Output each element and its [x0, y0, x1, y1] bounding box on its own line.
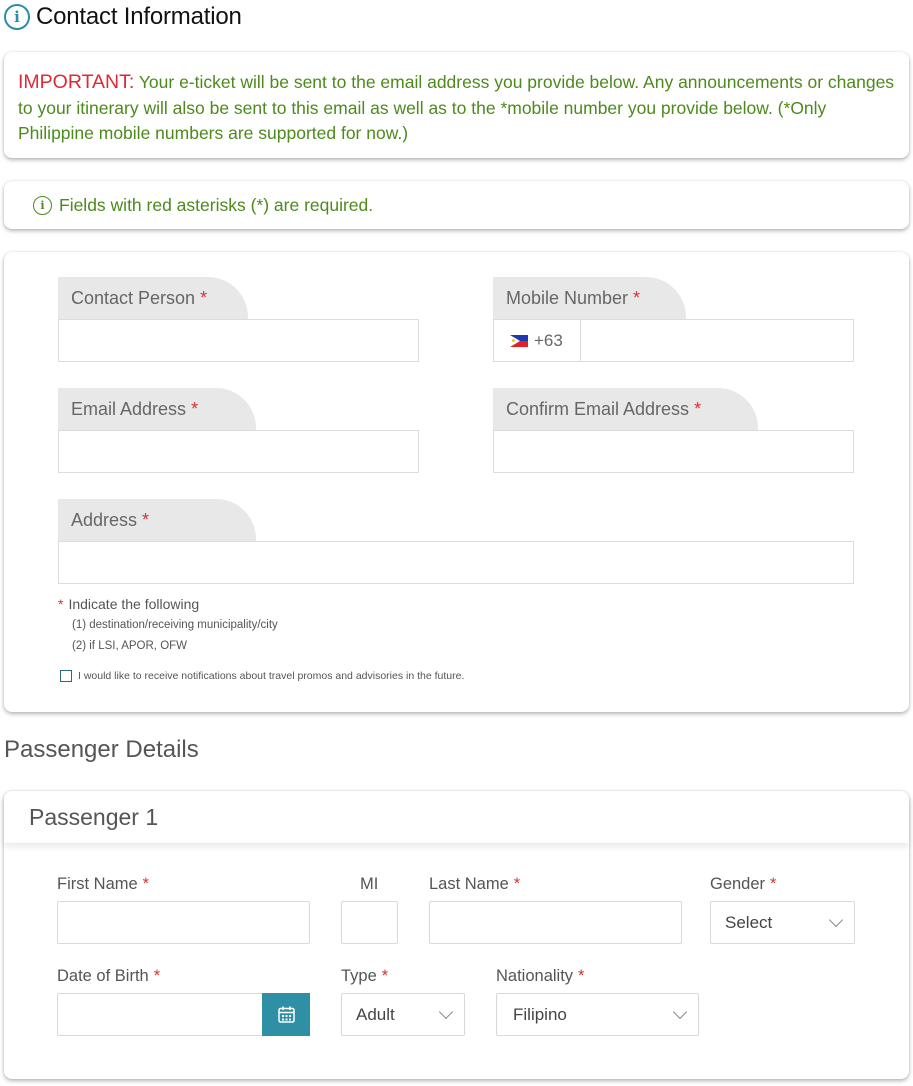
nationality-select[interactable]: Filipino	[496, 993, 699, 1036]
contact-person-label-text: Contact Person	[71, 288, 196, 308]
calendar-button[interactable]	[262, 993, 310, 1036]
important-text: IMPORTANT: Your e-ticket will be sent to…	[18, 70, 895, 147]
important-body: Your e-ticket will be sent to the email …	[18, 72, 895, 143]
chevron-down-icon	[438, 1004, 454, 1020]
chevron-down-icon	[828, 912, 844, 928]
confirm-email-input[interactable]	[493, 430, 854, 473]
calendar-icon	[277, 1006, 295, 1023]
confirm-email-label: Confirm Email Address *	[493, 388, 758, 431]
required-asterisk: *	[381, 967, 389, 985]
confirm-email-label-text: Confirm Email Address	[506, 399, 690, 419]
required-asterisk: *	[191, 399, 199, 419]
info-icon: i	[4, 4, 30, 30]
address-note-text: Indicate the following	[68, 596, 200, 612]
country-code-selector[interactable]: +63	[493, 319, 581, 362]
required-note-text: Fields with red asterisks (*) are requir…	[59, 194, 374, 215]
nationality-label: Nationality *	[496, 967, 584, 986]
last-name-label: Last Name *	[429, 875, 520, 894]
first-name-label: First Name *	[57, 875, 149, 894]
required-asterisk: *	[578, 967, 585, 985]
chevron-down-icon	[672, 1004, 688, 1020]
page-title: Contact Information	[36, 3, 242, 30]
address-input[interactable]	[58, 541, 854, 584]
required-asterisk: *	[633, 288, 641, 308]
first-name-input[interactable]	[57, 901, 310, 944]
nationality-select-value: Filipino	[513, 1004, 567, 1024]
important-label: IMPORTANT:	[18, 71, 135, 93]
mi-input[interactable]	[341, 901, 398, 944]
passenger-card-header: Passenger 1	[4, 791, 909, 843]
required-asterisk: *	[153, 967, 161, 985]
email-label: Email Address *	[58, 388, 256, 431]
required-fields-note: i Fields with red asterisks (*) are requ…	[4, 181, 909, 229]
required-asterisk: *	[770, 875, 777, 893]
address-note: * Indicate the following	[58, 596, 199, 612]
passenger-card-title: Passenger 1	[29, 803, 159, 830]
type-select[interactable]: Adult	[341, 993, 465, 1036]
email-input[interactable]	[58, 430, 419, 473]
philippines-flag-icon	[510, 334, 528, 347]
required-asterisk: *	[142, 510, 150, 530]
required-asterisk: *	[513, 875, 521, 893]
nationality-label-text: Nationality	[496, 967, 574, 985]
gender-label-text: Gender	[710, 875, 766, 893]
address-label-text: Address	[71, 510, 138, 530]
type-label-text: Type	[341, 967, 377, 985]
last-name-label-text: Last Name	[429, 875, 509, 893]
dob-input[interactable]	[57, 993, 263, 1036]
required-asterisk: *	[142, 875, 150, 893]
mobile-number-label-text: Mobile Number	[506, 288, 629, 308]
passenger-details-title: Passenger Details	[4, 736, 199, 763]
notifications-option[interactable]: I would like to receive notifications ab…	[60, 670, 464, 682]
gender-select[interactable]: Select	[710, 901, 855, 944]
contact-person-label: Contact Person *	[58, 277, 248, 320]
mobile-number-label: Mobile Number *	[493, 277, 686, 320]
required-asterisk: *	[200, 288, 208, 308]
required-asterisk: *	[58, 596, 64, 612]
type-label: Type *	[341, 967, 388, 986]
mi-label: MI	[360, 875, 379, 893]
email-label-text: Email Address	[71, 399, 187, 419]
address-label: Address *	[58, 499, 256, 542]
notifications-label: I would like to receive notifications ab…	[78, 670, 465, 682]
first-name-label-text: First Name	[57, 875, 138, 893]
gender-label: Gender *	[710, 875, 776, 894]
mobile-number-input[interactable]	[580, 319, 854, 362]
info-icon: i	[33, 195, 52, 215]
type-select-value: Adult	[356, 1004, 395, 1024]
notifications-checkbox[interactable]	[60, 670, 72, 682]
last-name-input[interactable]	[429, 901, 682, 944]
contact-info-header: i Contact Information	[4, 3, 242, 30]
dob-label: Date of Birth *	[57, 967, 160, 986]
dob-label-text: Date of Birth	[57, 967, 149, 985]
important-notice: IMPORTANT: Your e-ticket will be sent to…	[4, 52, 909, 158]
country-code: +63	[534, 330, 563, 350]
gender-select-value: Select	[725, 912, 773, 932]
address-note-item-1: (1) destination/receiving municipality/c…	[72, 619, 278, 631]
passenger-card: Passenger 1 First Name * MI Last Name * Ge…	[4, 791, 909, 1079]
contact-person-input[interactable]	[58, 319, 419, 362]
address-note-item-2: (2) if LSI, APOR, OFW	[72, 640, 188, 652]
contact-form-card: Contact Person * Mobile Number * +63 Email…	[4, 252, 909, 712]
required-asterisk: *	[694, 399, 702, 419]
